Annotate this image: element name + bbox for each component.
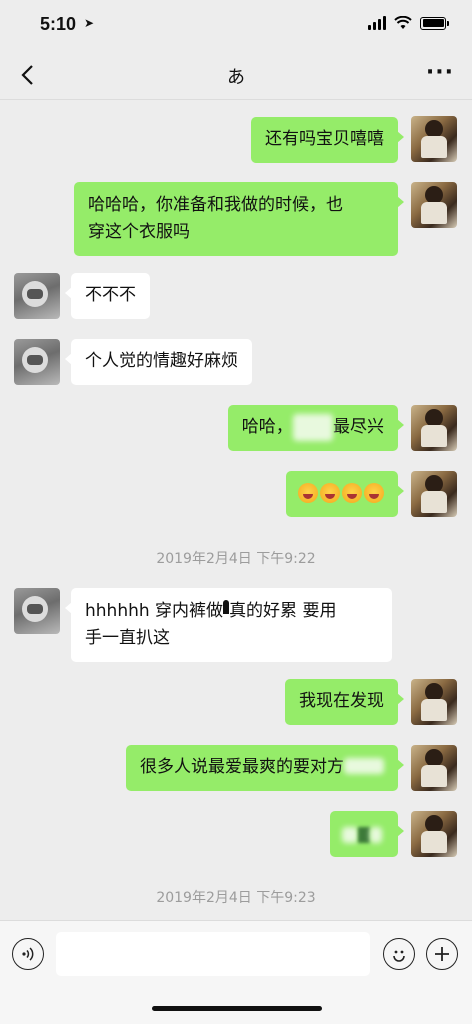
message-timestamp: 2019年2月4日 下午9:22 (156, 551, 316, 567)
message-bubble-received[interactable]: 个人觉的情趣好麻烦 (65, 339, 252, 385)
status-indicators (368, 16, 449, 30)
my-avatar[interactable] (411, 405, 457, 451)
laughing-emoji-icon (364, 483, 384, 503)
message-bubble-sent[interactable] (330, 811, 404, 857)
message-text: 个人觉的情趣好麻烦 (85, 351, 238, 371)
voice-icon (22, 947, 34, 961)
emoji-button[interactable] (383, 938, 415, 970)
message-text-line: 穿这个衣服吗 (88, 222, 190, 242)
laughing-emoji-icon (320, 483, 340, 503)
message-timestamp: 2019年2月4日 下午9:23 (156, 890, 316, 906)
my-avatar[interactable] (411, 182, 457, 228)
message-text-line: 手一直扒这 (85, 628, 170, 648)
contact-avatar[interactable] (14, 588, 60, 634)
my-avatar[interactable] (411, 679, 457, 725)
plus-icon (435, 947, 449, 961)
message-text-line: 哈哈哈，你准备和我做的时候，也 (88, 195, 343, 215)
message-bubble-sent[interactable]: 还有吗宝贝嘻嘻 (251, 117, 404, 163)
message-text: 哈哈， (241, 417, 293, 437)
my-avatar[interactable] (411, 471, 457, 517)
emoji-icon (393, 950, 405, 962)
redacted-block (358, 827, 370, 843)
status-time: 5:10 (40, 14, 77, 34)
message-bubble-sent[interactable] (286, 471, 404, 517)
redacted-text (344, 758, 384, 774)
message-bubble-sent[interactable]: 很多人说最爱最爽的要对方 (126, 745, 404, 791)
chat-title: あ (227, 67, 245, 88)
redacted-text: xxxx (292, 414, 333, 441)
my-avatar[interactable] (411, 116, 457, 162)
redacted-text (342, 827, 358, 843)
message-bubble-received[interactable]: hhhhhh 穿内裤做 真的好累 要用 手一直扒这 (65, 588, 392, 662)
message-text: 真的好累 要用 (229, 601, 337, 621)
battery-icon (420, 16, 449, 30)
laughing-emoji-icon (342, 483, 362, 503)
status-bar: 5:10 ➤ (0, 0, 472, 50)
home-indicator (152, 1006, 322, 1011)
message-bubble-sent[interactable]: 哈哈，xxxx最尽兴 (227, 405, 405, 451)
more-dots-icon: ··· (425, 60, 454, 85)
redacted-text (370, 827, 382, 843)
my-avatar[interactable] (411, 811, 457, 857)
cellular-signal-icon (368, 16, 386, 30)
contact-avatar[interactable] (14, 273, 60, 319)
message-text: 不不不 (85, 285, 136, 305)
my-avatar[interactable] (411, 745, 457, 791)
laughing-emoji-icon (298, 483, 318, 503)
message-text: hhhhhh 穿内裤做 (85, 601, 224, 621)
contact-avatar[interactable] (14, 339, 60, 385)
message-text-line: hhhhhh 穿内裤做 真的好累 要用 (85, 598, 378, 625)
message-input[interactable] (56, 932, 370, 976)
message-text: 最尽兴 (333, 417, 384, 437)
plus-button[interactable] (426, 938, 458, 970)
wifi-icon (394, 16, 412, 29)
location-arrow-icon: ➤ (84, 16, 95, 30)
message-text: 还有吗宝贝嘻嘻 (265, 129, 384, 149)
message-text: 很多人说最爱最爽的要对方 (140, 757, 344, 777)
voice-button[interactable] (12, 938, 44, 970)
message-text: 我现在发现 (299, 691, 384, 711)
message-bubble-sent[interactable]: 我现在发现 (285, 679, 404, 725)
message-bubble-sent[interactable]: 哈哈哈，你准备和我做的时候，也 穿这个衣服吗 (74, 182, 404, 256)
message-bubble-received[interactable]: 不不不 (65, 273, 150, 319)
chat-header: あ ··· (0, 50, 472, 100)
more-button[interactable]: ··· (426, 60, 454, 85)
